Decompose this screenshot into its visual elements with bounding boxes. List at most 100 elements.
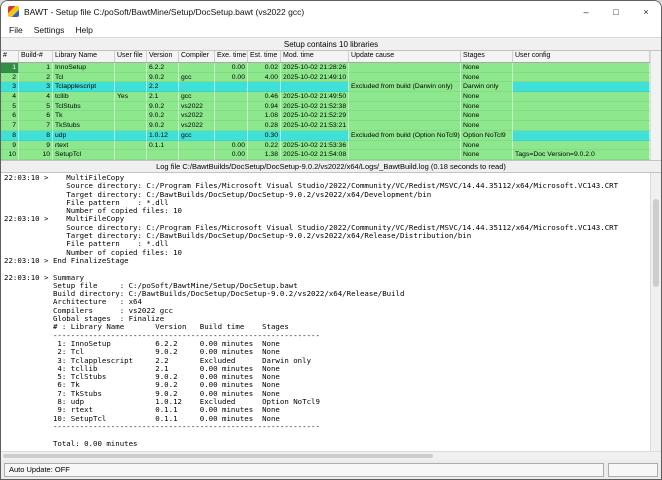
- scrollbar-thumb[interactable]: [653, 199, 659, 287]
- table-cell: [115, 82, 147, 92]
- table-row[interactable]: 44tcllibYes2.1gcc0.462025-10-02 21:49:50…: [1, 92, 650, 102]
- table-cell: None: [461, 73, 513, 83]
- table-cell: 2025-10-02 21:28:26: [281, 63, 349, 73]
- table-cell: 3: [19, 82, 53, 92]
- column-header[interactable]: Update cause: [349, 51, 461, 62]
- column-header[interactable]: User file: [115, 51, 147, 62]
- column-header[interactable]: Stages: [461, 51, 513, 62]
- table-cell: [115, 131, 147, 141]
- table-cell: Excluded from build (Option NoTcl9): [349, 131, 461, 141]
- table-row[interactable]: 66Tk9.0.2vs20221.082025-10-02 21:52:29No…: [1, 111, 650, 121]
- title-bar: BAWT - Setup file C:/poSoft/BawtMine/Set…: [1, 1, 661, 22]
- table-cell: InnoSetup: [53, 63, 115, 73]
- scrollbar-thumb-horizontal[interactable]: [3, 454, 433, 458]
- table-cell: [115, 141, 147, 151]
- table-cell: [248, 82, 281, 92]
- column-header[interactable]: Version: [147, 51, 179, 62]
- table-cell: 9.0.2: [147, 102, 179, 112]
- table-row[interactable]: 1010SetupTcl0.001.382025-10-02 21:54:08N…: [1, 150, 650, 160]
- table-cell: 9: [19, 141, 53, 151]
- app-window: BAWT - Setup file C:/poSoft/BawtMine/Set…: [0, 0, 662, 480]
- column-header[interactable]: Compiler: [179, 51, 215, 62]
- table-cell: TclStubs: [53, 102, 115, 112]
- menu-file[interactable]: File: [4, 24, 28, 36]
- log-line: ----------------------------------------…: [4, 423, 650, 431]
- table-cell: 0.22: [248, 141, 281, 151]
- table-cell: 4: [19, 92, 53, 102]
- table-cell: 2.2: [147, 82, 179, 92]
- table-cell: rtext: [53, 141, 115, 151]
- column-header[interactable]: User config: [513, 51, 650, 62]
- table-cell: 2025-10-02 21:49:10: [281, 73, 349, 83]
- table-cell: [349, 141, 461, 151]
- table-cell: 3: [1, 82, 19, 92]
- table-cell: 2025-10-02 21:52:38: [281, 102, 349, 112]
- table-cell: None: [461, 141, 513, 151]
- menu-settings[interactable]: Settings: [29, 24, 70, 36]
- table-cell: Option NoTcl9: [461, 131, 513, 141]
- table-cell: 1.0.12: [147, 131, 179, 141]
- log-output[interactable]: 22:03:10 > MultiFileCopy Source director…: [1, 173, 650, 451]
- table-row[interactable]: 22Tcl9.0.2gcc0.004.002025-10-02 21:49:10…: [1, 73, 650, 83]
- window-controls: – □ ×: [571, 1, 661, 22]
- column-header[interactable]: Build-#: [19, 51, 53, 62]
- table-cell: 0.28: [248, 121, 281, 131]
- table-cell: [349, 73, 461, 83]
- column-header[interactable]: Exe. time: [215, 51, 248, 62]
- table-columns: #Build-#Library NameUser fileVersionComp…: [1, 51, 650, 160]
- table-row[interactable]: 99rtext0.1.10.000.222025-10-02 21:53:36N…: [1, 141, 650, 151]
- column-header[interactable]: Est. time: [248, 51, 281, 62]
- close-icon[interactable]: ×: [631, 1, 661, 22]
- log-vertical-scrollbar[interactable]: [650, 173, 661, 451]
- table-row[interactable]: 33Tclapplescript2.2Excluded from build (…: [1, 82, 650, 92]
- table-header-row: #Build-#Library NameUser fileVersionComp…: [1, 51, 650, 63]
- table-cell: [281, 82, 349, 92]
- table-cell: tcllib: [53, 92, 115, 102]
- table-row[interactable]: 11InnoSetup6.2.20.000.022025-10-02 21:28…: [1, 63, 650, 73]
- table-cell: [513, 63, 650, 73]
- table-row[interactable]: 88udp1.0.12gcc0.30Excluded from build (O…: [1, 131, 650, 141]
- table-cell: [179, 63, 215, 73]
- table-cell: None: [461, 150, 513, 160]
- library-count-banner: Setup contains 10 libraries: [1, 37, 661, 51]
- table-cell: [349, 150, 461, 160]
- table-scrollbar[interactable]: [650, 51, 661, 160]
- column-header[interactable]: Library Name: [53, 51, 115, 62]
- window-title: BAWT - Setup file C:/poSoft/BawtMine/Set…: [24, 7, 571, 17]
- minimize-icon[interactable]: –: [571, 1, 601, 22]
- table-cell: 0.1.1: [147, 141, 179, 151]
- table-cell: [179, 82, 215, 92]
- table-cell: 0.02: [248, 63, 281, 73]
- table-cell: 5: [19, 102, 53, 112]
- table-cell: 0.94: [248, 102, 281, 112]
- table-cell: [215, 92, 248, 102]
- table-body: 11InnoSetup6.2.20.000.022025-10-02 21:28…: [1, 63, 650, 160]
- table-cell: [179, 150, 215, 160]
- table-cell: Tcl: [53, 73, 115, 83]
- table-cell: None: [461, 63, 513, 73]
- table-cell: gcc: [179, 73, 215, 83]
- menu-help[interactable]: Help: [70, 24, 97, 36]
- maximize-icon[interactable]: □: [601, 1, 631, 22]
- table-cell: 2025-10-02 21:52:29: [281, 111, 349, 121]
- table-cell: [349, 102, 461, 112]
- table-cell: 0.46: [248, 92, 281, 102]
- table-cell: gcc: [179, 92, 215, 102]
- table-cell: 2025-10-02 21:53:36: [281, 141, 349, 151]
- log-horizontal-scrollbar[interactable]: [1, 451, 661, 460]
- table-cell: [349, 121, 461, 131]
- table-row[interactable]: 55TclStubs9.0.2vs20220.942025-10-02 21:5…: [1, 102, 650, 112]
- column-header[interactable]: #: [1, 51, 19, 62]
- table-cell: 7: [19, 121, 53, 131]
- table-cell: 2: [1, 73, 19, 83]
- table-cell: [115, 150, 147, 160]
- log-line: Total: 0.00 minutes: [4, 440, 650, 448]
- table-row[interactable]: 77TkStubs9.0.2vs20220.282025-10-02 21:53…: [1, 121, 650, 131]
- table-cell: [115, 121, 147, 131]
- column-header[interactable]: Mod. time: [281, 51, 349, 62]
- table-cell: 9.0.2: [147, 73, 179, 83]
- table-cell: Tk: [53, 111, 115, 121]
- table-cell: 5: [1, 102, 19, 112]
- table-cell: vs2022: [179, 111, 215, 121]
- table-cell: [513, 92, 650, 102]
